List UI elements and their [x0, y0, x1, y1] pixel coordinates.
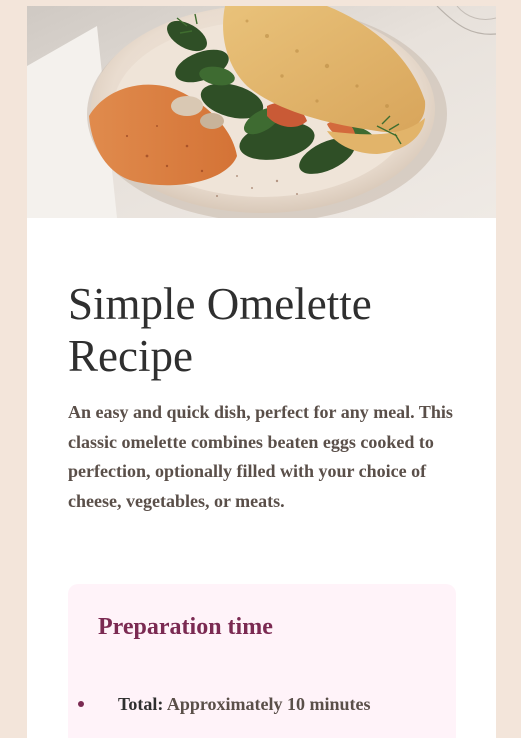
omelette-photo — [27, 6, 496, 218]
recipe-description: An easy and quick dish, perfect for any … — [68, 402, 453, 511]
list-item: Total: Approximately 10 minutes — [78, 691, 448, 717]
preparation-heading: Preparation time — [98, 614, 273, 640]
prep-item-value: Approximately 10 minutes — [166, 694, 371, 714]
recipe-card: Simple Omelette Recipe An easy and quick… — [27, 6, 496, 738]
recipe-title: Simple Omelette Recipe — [68, 279, 372, 381]
preparation-list: Total: Approximately 10 minutes — [78, 691, 448, 717]
prep-item-label: Total: — [118, 694, 167, 714]
bullet-icon — [78, 701, 84, 707]
preparation-time-section: Preparation time Total: Approximately 10… — [68, 584, 456, 738]
